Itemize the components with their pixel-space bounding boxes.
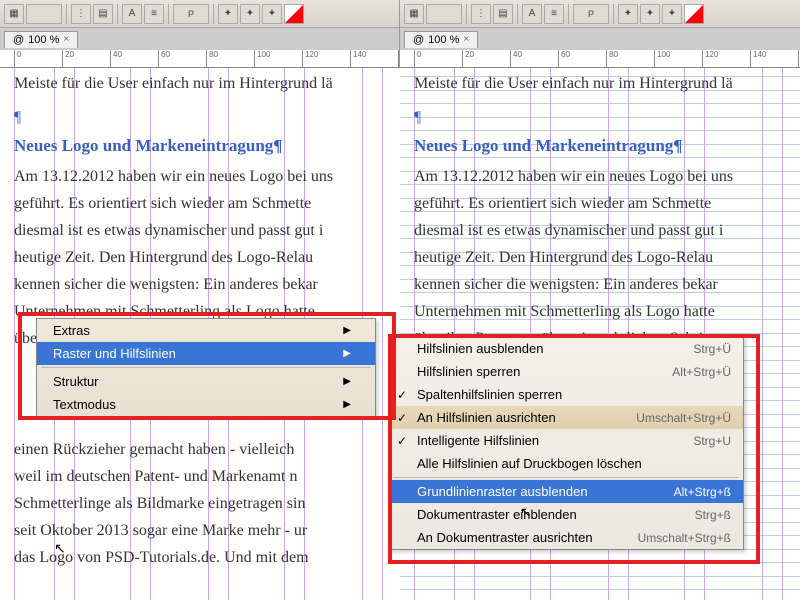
menu-separator	[41, 367, 371, 368]
menu-separator	[393, 477, 739, 478]
sub-an-hilfslinien-ausrichten[interactable]: ✓An Hilfslinien ausrichtenUmschalt+Strg+…	[389, 406, 743, 429]
tb-btn[interactable]	[684, 4, 704, 24]
sub-an-dokumentraster-ausrichten[interactable]: An Dokumentraster ausrichtenUmschalt+Str…	[389, 526, 743, 549]
check-icon: ✓	[397, 411, 407, 425]
text-line: heutige Zeit. Den Hintergrund des Logo-R…	[14, 244, 400, 271]
arrow-icon: ▶	[343, 348, 351, 359]
tb-field[interactable]	[426, 4, 462, 24]
menu-textmodus[interactable]: Textmodus▶	[37, 393, 375, 416]
tb-btn[interactable]: P	[173, 4, 209, 24]
menu-raster-hilfslinien[interactable]: Raster und Hilfslinien▶	[37, 342, 375, 365]
text-line: weil im deutschen Patent- und Markenamt …	[14, 463, 400, 490]
text-line: diesmal ist es etwas dynamischer und pas…	[414, 217, 800, 244]
menu-extras[interactable]: Extras▶	[37, 319, 375, 342]
check-icon: ✓	[397, 388, 407, 402]
text-line: heutige Zeit. Den Hintergrund des Logo-R…	[414, 244, 800, 271]
text-line: Meiste für die User einfach nur im Hinte…	[14, 70, 400, 97]
arrow-icon: ▶	[343, 376, 351, 387]
sub-hilfslinien-sperren[interactable]: Hilfslinien sperrenAlt+Strg+Ü	[389, 360, 743, 383]
tb-btn[interactable]: ✦	[618, 4, 638, 24]
tb-btn[interactable]: ≡	[144, 4, 164, 24]
text-line: Schmetterlinge als Bildmarke eingetragen…	[14, 490, 400, 517]
ruler: 020406080100120140160	[0, 50, 399, 68]
zoom-tab[interactable]: @ 100 % ×	[4, 31, 78, 48]
text-line: Am 13.12.2012 haben wir ein neues Logo b…	[14, 163, 400, 190]
tb-btn[interactable]: ▤	[493, 4, 513, 24]
tb-btn[interactable]: ✦	[662, 4, 682, 24]
context-menu: Extras▶ Raster und Hilfslinien▶ Struktur…	[36, 318, 376, 417]
para-mark-icon: ¶	[14, 104, 400, 131]
tb-btn[interactable]: ✦	[218, 4, 238, 24]
text-line: geführt. Es orientiert sich wieder am Sc…	[14, 190, 400, 217]
tb-btn[interactable]	[284, 4, 304, 24]
sub-grundlinienraster-ausblenden[interactable]: Grundlinienraster ausblendenAlt+Strg+ß	[389, 480, 743, 503]
zoom-value: 100 %	[28, 34, 59, 46]
text-line: kennen sicher die wenigsten: Ein anderes…	[14, 271, 400, 298]
sub-alle-hilfslinien-loeschen[interactable]: Alle Hilfslinien auf Druckbogen löschen	[389, 452, 743, 475]
tb-btn[interactable]: ▦	[404, 4, 424, 24]
text-line: einen Rückzieher gemacht haben - viellei…	[14, 436, 400, 463]
tb-btn[interactable]: ✦	[640, 4, 660, 24]
text-line: das Logo von PSD-Tutorials.de. Und mit d…	[14, 544, 400, 571]
tb-btn[interactable]: ⋮	[471, 4, 491, 24]
sub-dokumentraster-einblenden[interactable]: Dokumentraster einblendenStrg+ß	[389, 503, 743, 526]
tb-btn[interactable]: ✦	[262, 4, 282, 24]
tab-bar: @ 100 % ×	[0, 28, 399, 50]
text-line: Unternehmen mit Schmetterling als Logo h…	[414, 298, 800, 325]
arrow-icon: ▶	[343, 399, 351, 410]
para-mark-icon: ¶	[414, 104, 800, 131]
tb-btn[interactable]: ≡	[544, 4, 564, 24]
tb-btn[interactable]: A	[122, 4, 142, 24]
heading: Neues Logo und Markeneintragung¶	[414, 132, 800, 159]
zoom-value: 100 %	[428, 34, 459, 46]
tb-field[interactable]	[26, 4, 62, 24]
tb-btn[interactable]: ▤	[93, 4, 113, 24]
sub-hilfslinien-ausblenden[interactable]: Hilfslinien ausblendenStrg+Ü	[389, 337, 743, 360]
text-line: Am 13.12.2012 haben wir ein neues Logo b…	[414, 163, 800, 190]
close-icon[interactable]: ×	[63, 34, 69, 45]
submenu-raster: Hilfslinien ausblendenStrg+Ü Hilfslinien…	[388, 336, 744, 550]
zoom-tab[interactable]: @ 100 % ×	[404, 31, 478, 48]
tb-btn[interactable]: P	[573, 4, 609, 24]
tb-btn[interactable]: ⋮	[71, 4, 91, 24]
toolbar-right: ▦ ⋮ ▤ A ≡ P ✦ ✦ ✦	[400, 0, 800, 28]
sub-intelligente-hilfslinien[interactable]: ✓Intelligente HilfslinienStrg+U	[389, 429, 743, 452]
sub-spaltenhilfslinien-sperren[interactable]: ✓Spaltenhilfslinien sperren	[389, 383, 743, 406]
check-icon: ✓	[397, 434, 407, 448]
text-line: geführt. Es orientiert sich wieder am Sc…	[414, 190, 800, 217]
arrow-icon: ▶	[343, 325, 351, 336]
toolbar-left: ▦ ⋮ ▤ A ≡ P ✦ ✦ ✦	[0, 0, 399, 28]
menu-struktur[interactable]: Struktur▶	[37, 370, 375, 393]
tb-btn[interactable]: ✦	[240, 4, 260, 24]
tb-btn[interactable]: ▦	[4, 4, 24, 24]
tab-bar: @ 100 % ×	[400, 28, 800, 50]
left-panel: ▦ ⋮ ▤ A ≡ P ✦ ✦ ✦ @ 100 % × 020406080100…	[0, 0, 400, 600]
ruler: 020406080100120140160	[400, 50, 800, 68]
text-line: seit Oktober 2013 sogar eine Marke mehr …	[14, 517, 400, 544]
text-line: kennen sicher die wenigsten: Ein anderes…	[414, 271, 800, 298]
text-line: diesmal ist es etwas dynamischer und pas…	[14, 217, 400, 244]
text-line: Meiste für die User einfach nur im Hinte…	[414, 70, 800, 97]
close-icon[interactable]: ×	[463, 34, 469, 45]
heading: Neues Logo und Markeneintragung¶	[14, 132, 400, 159]
tb-btn[interactable]: A	[522, 4, 542, 24]
